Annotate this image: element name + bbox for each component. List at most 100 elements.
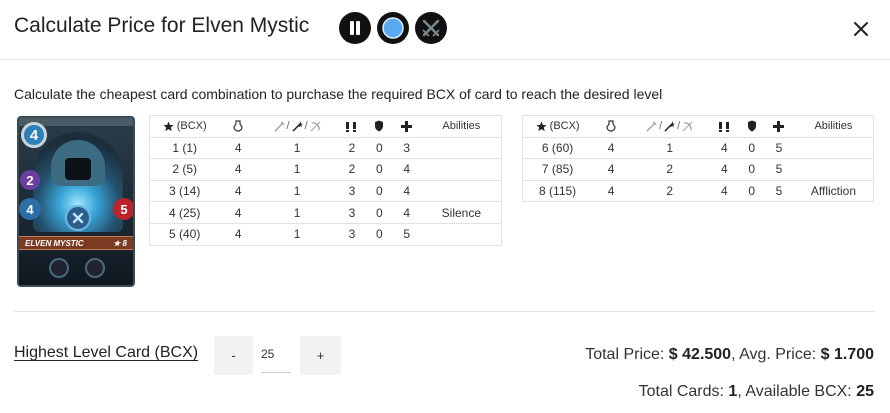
cell-health: 5 bbox=[764, 158, 794, 181]
section-divider bbox=[14, 311, 875, 312]
header-bcx-label: (BCX) bbox=[176, 120, 207, 133]
total-price-value: $ 42.500 bbox=[668, 346, 732, 363]
cell-ability bbox=[421, 158, 502, 181]
cell-speed: 4 bbox=[709, 137, 740, 160]
stats-table-right: (BCX) / / Abilities 6 (60) 4 1 4 0 5 7 (85) 4 2 4… bbox=[522, 115, 874, 203]
available-bcx-label: , Available BCX: bbox=[737, 383, 857, 400]
pause-badge-icon bbox=[339, 12, 371, 44]
card-image: 4 2 4 5 ELVEN MYSTIC ★ 8 bbox=[17, 116, 135, 287]
cell-attack: 1 bbox=[293, 227, 301, 242]
cell-health: 3 bbox=[391, 137, 422, 160]
header-abilities: Abilities bbox=[421, 115, 502, 138]
cell-attack: 2 bbox=[666, 184, 674, 199]
cell-health: 4 bbox=[391, 201, 422, 224]
description-text: Calculate the cheapest card combination … bbox=[14, 86, 663, 102]
cell-speed: 3 bbox=[336, 201, 367, 224]
cell-attack: 2 bbox=[629, 158, 710, 181]
ability-silence-icon bbox=[49, 258, 69, 278]
total-cards-value: 1 bbox=[728, 383, 738, 400]
cell-armor: 0 bbox=[366, 158, 392, 181]
cell-attack: 1 bbox=[257, 158, 337, 181]
cell-mana: 4 bbox=[219, 137, 258, 160]
card-badges bbox=[339, 12, 447, 44]
header-bcx-label: (BCX) bbox=[549, 120, 580, 133]
potion-icon bbox=[233, 120, 243, 132]
card-name: ELVEN MYSTIC bbox=[25, 238, 84, 248]
cell-health: 5 bbox=[403, 227, 411, 242]
cards-summary: Total Cards: 1, Available BCX: 25 bbox=[639, 383, 874, 401]
cell-attack: 1 bbox=[629, 137, 710, 160]
bcx-quantity-input[interactable] bbox=[261, 336, 291, 373]
shield-icon bbox=[747, 120, 756, 132]
cell-mana: 4 bbox=[607, 184, 615, 199]
cell-armor: 0 bbox=[375, 227, 383, 242]
increment-button[interactable]: + bbox=[300, 336, 341, 375]
close-icon[interactable] bbox=[849, 17, 873, 41]
table-header-row: (BCX) / / Abilities bbox=[149, 115, 502, 138]
table-row: 4 (25) 4 1 3 0 4 Silence bbox=[149, 201, 502, 224]
health-cross-icon bbox=[401, 120, 413, 132]
cell-health: 5 bbox=[775, 184, 783, 199]
table-row: 5 (40) 4 1 3 0 5 bbox=[150, 223, 502, 245]
table-row: 7 (85) 4 2 4 0 5 bbox=[522, 158, 874, 181]
cell-mana: 4 bbox=[219, 201, 258, 224]
header-speed bbox=[709, 115, 740, 138]
table-row: 2 (5) 4 1 2 0 4 bbox=[149, 158, 502, 181]
ability-affliction-icon bbox=[85, 258, 105, 278]
cell-bcx: 4 (25) bbox=[149, 201, 220, 224]
avg-price-value: $ 1.700 bbox=[820, 346, 874, 363]
header-abilities: Abilities bbox=[793, 115, 874, 138]
cell-health: 5 bbox=[764, 137, 794, 160]
cell-ability bbox=[793, 137, 874, 160]
cell-mana: 4 bbox=[219, 180, 258, 203]
header-attack: / / bbox=[629, 115, 710, 138]
cell-bcx: 7 (85) bbox=[522, 158, 593, 181]
table-row: 8 (115) 4 2 4 0 5 Affliction bbox=[523, 180, 874, 202]
card-face bbox=[65, 158, 91, 180]
cell-armor: 0 bbox=[366, 180, 392, 203]
header-health bbox=[764, 115, 794, 138]
cell-speed: 2 bbox=[336, 137, 367, 160]
cell-mana: 4 bbox=[234, 227, 242, 242]
cell-health: 4 bbox=[391, 180, 422, 203]
cell-bcx: 8 (115) bbox=[539, 184, 577, 199]
star-icon bbox=[163, 121, 174, 131]
table-header-row: (BCX) / / Abilities bbox=[522, 115, 874, 138]
cell-health: 4 bbox=[391, 158, 422, 181]
cell-armor: 0 bbox=[739, 158, 765, 181]
wand-icon bbox=[664, 120, 676, 132]
card-nameplate: ELVEN MYSTIC ★ 8 bbox=[19, 236, 133, 250]
card-level-badge: ★ 8 bbox=[113, 238, 127, 248]
cell-speed: 4 bbox=[709, 158, 740, 181]
shield-icon bbox=[375, 120, 384, 132]
decrement-button[interactable]: - bbox=[214, 336, 253, 375]
water-element-icon bbox=[377, 12, 409, 44]
header-mana bbox=[219, 115, 258, 138]
bow-icon bbox=[682, 121, 693, 132]
cell-ability: Affliction bbox=[810, 184, 856, 199]
total-price-label: Total Price: bbox=[585, 346, 669, 363]
cell-bcx: 1 (1) bbox=[149, 137, 220, 160]
cell-attack: 1 bbox=[257, 201, 337, 224]
header-mana bbox=[592, 115, 630, 138]
stats-table-left: (BCX) / / Abilities 1 (1) 4 1 2 0 3 2 (5) 4 1 2 0 4… bbox=[149, 115, 502, 246]
boots-icon bbox=[346, 121, 357, 132]
health-cross-icon bbox=[773, 120, 785, 132]
cell-armor: 0 bbox=[366, 201, 392, 224]
health-gem: 5 bbox=[113, 198, 133, 220]
header-armor bbox=[739, 115, 765, 138]
sword-icon bbox=[273, 121, 285, 132]
cell-bcx: 3 (14) bbox=[149, 180, 220, 203]
cell-attack: 1 bbox=[257, 137, 337, 160]
cell-armor: 0 bbox=[739, 137, 765, 160]
cell-speed: 3 bbox=[336, 180, 367, 203]
modal-header: Calculate Price for Elven Mystic bbox=[0, 0, 890, 60]
wand-icon bbox=[291, 120, 303, 132]
star-icon bbox=[535, 121, 547, 131]
cell-mana: 4 bbox=[592, 137, 630, 160]
header-health bbox=[391, 115, 422, 138]
cell-ability bbox=[421, 180, 502, 203]
highest-level-card-label[interactable]: Highest Level Card (BCX) bbox=[14, 344, 198, 362]
modal-title: Calculate Price for Elven Mystic bbox=[14, 14, 310, 37]
cell-ability: Silence bbox=[421, 201, 502, 224]
